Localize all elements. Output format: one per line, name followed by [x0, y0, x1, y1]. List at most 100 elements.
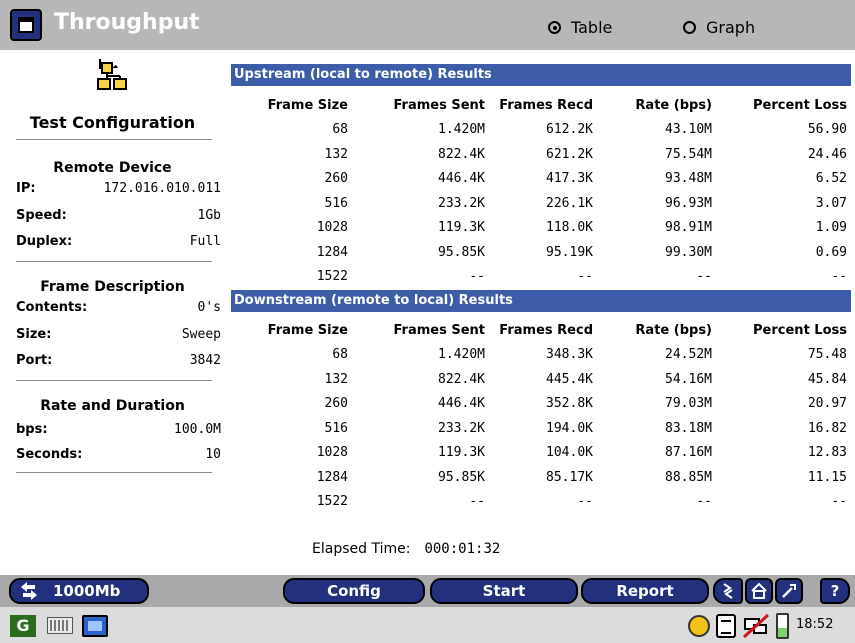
table-row: 516 233.2K 226.1K 96.93M 3.07: [231, 192, 851, 217]
divider: [16, 472, 212, 473]
table-row: 1284 95.85K 85.17K 88.85M 11.15: [231, 466, 851, 491]
table-cell: 1522: [316, 269, 348, 284]
table-cell: 93.48M: [665, 171, 712, 186]
table-cell: 194.0K: [546, 420, 593, 436]
table-cell: 1522: [316, 494, 348, 509]
table-cell: 233.2K: [438, 420, 485, 436]
table-cell: 1284: [316, 469, 348, 485]
table-cell: 446.4K: [438, 171, 485, 186]
table-cell: 118.0K: [546, 220, 593, 235]
view-graph-label: Graph: [706, 18, 756, 37]
column-header: Percent Loss: [753, 98, 847, 113]
table-row: 1522 -- -- -- --: [231, 265, 851, 290]
table-cell: 612.2K: [546, 122, 593, 137]
table-cell: 95.19K: [546, 244, 593, 260]
table-cell: 417.3K: [546, 171, 593, 186]
contents-value: 0's: [197, 300, 221, 315]
table-row: 1522 -- -- -- --: [231, 490, 851, 515]
table-cell: 352.8K: [546, 396, 593, 411]
seconds-label: Seconds:: [16, 447, 83, 462]
network-disconnected-icon[interactable]: [742, 613, 770, 639]
ip-label: IP:: [16, 181, 36, 196]
divider: [16, 380, 212, 381]
table-cell: 233.2K: [438, 195, 485, 211]
column-header: Frames Sent: [393, 323, 485, 338]
table-header-row: Frame Size Frames Sent Frames Recd Rate …: [231, 94, 851, 118]
speed-value: 1Gb: [197, 208, 221, 223]
window-switcher-icon[interactable]: [82, 615, 108, 637]
table-cell: 98.91M: [665, 220, 712, 235]
link-speed-label: 1000Mb: [53, 582, 121, 600]
title-bar: Throughput Table Graph: [0, 0, 855, 50]
table-cell: 119.3K: [438, 220, 485, 235]
ip-row: IP: 172.016.010.011: [16, 181, 221, 201]
app-window-icon[interactable]: [10, 9, 42, 41]
table-row: 68 1.420M 612.2K 43.10M 56.90: [231, 118, 851, 143]
table-cell: 1.420M: [438, 347, 485, 362]
table-cell: 822.4K: [438, 371, 485, 387]
size-value: Sweep: [181, 327, 221, 342]
upstream-results-table: Frame Size Frames Sent Frames Recd Rate …: [231, 94, 851, 290]
keyboard-icon[interactable]: [47, 617, 73, 634]
command-bar: 1000Mb Config Start Report ?: [0, 575, 855, 607]
table-cell: --: [577, 269, 593, 284]
table-row: 260 446.4K 417.3K 93.48M 6.52: [231, 167, 851, 192]
column-header: Frames Recd: [499, 323, 593, 338]
tools-button[interactable]: [775, 578, 803, 604]
downstream-results-header: Downstream (remote to local) Results: [231, 290, 851, 312]
radio-selected-icon: [548, 21, 561, 34]
ip-value: 172.016.010.011: [103, 181, 221, 196]
table-row: 68 1.420M 348.3K 24.52M 75.48: [231, 343, 851, 368]
back-forward-button[interactable]: [713, 578, 743, 604]
radio-unselected-icon: [683, 21, 696, 34]
column-header: Frames Recd: [499, 98, 593, 113]
status-light-icon[interactable]: [688, 615, 710, 637]
link-speed-button[interactable]: 1000Mb: [9, 578, 149, 604]
table-cell: 24.52M: [665, 347, 712, 362]
view-graph-radio[interactable]: Graph: [683, 18, 755, 37]
table-cell: 1.420M: [438, 122, 485, 137]
help-button[interactable]: ?: [820, 578, 850, 604]
table-cell: 226.1K: [546, 195, 593, 211]
rate-duration-heading: Rate and Duration: [40, 398, 185, 414]
speed-row: Speed: 1Gb: [16, 208, 221, 228]
size-row: Size: Sweep: [16, 327, 221, 347]
column-header: Rate (bps): [635, 98, 712, 113]
column-header: Frame Size: [267, 323, 348, 338]
table-cell: --: [577, 494, 593, 509]
system-tray: G 18:52: [0, 607, 855, 643]
config-button[interactable]: Config: [283, 578, 425, 604]
column-header: Percent Loss: [753, 323, 847, 338]
table-cell: 68: [332, 122, 348, 137]
table-cell: 1028: [316, 445, 348, 460]
table-row: 260 446.4K 352.8K 79.03M 20.97: [231, 392, 851, 417]
contents-row: Contents: 0's: [16, 300, 221, 320]
elapsed-time: Elapsed Time: 000:01:32: [312, 541, 500, 557]
back-forward-icon: [723, 583, 733, 599]
duplex-value: Full: [189, 234, 221, 249]
table-cell: 79.03M: [665, 396, 712, 411]
start-button[interactable]: Start: [430, 578, 578, 604]
seconds-row: Seconds: 10: [16, 447, 221, 467]
downstream-results-table: Frame Size Frames Sent Frames Recd Rate …: [231, 319, 851, 515]
table-cell: 83.18M: [665, 420, 712, 436]
table-cell: 16.82: [807, 420, 847, 436]
table-cell: 87.16M: [665, 445, 712, 460]
battery-icon[interactable]: [776, 613, 789, 639]
column-header: Rate (bps): [635, 323, 712, 338]
report-button[interactable]: Report: [581, 578, 709, 604]
table-cell: 0.69: [815, 244, 847, 260]
table-cell: 75.54M: [665, 146, 712, 162]
clipboard-icon[interactable]: [716, 614, 736, 638]
table-cell: --: [831, 494, 847, 509]
launcher-icon[interactable]: G: [10, 615, 36, 637]
table-row: 516 233.2K 194.0K 83.18M 16.82: [231, 417, 851, 442]
home-icon: [751, 582, 767, 599]
table-cell: 621.2K: [546, 146, 593, 162]
table-cell: 96.93M: [665, 195, 712, 211]
table-row: 132 822.4K 445.4K 54.16M 45.84: [231, 368, 851, 393]
view-table-radio[interactable]: Table: [548, 18, 612, 37]
table-cell: 119.3K: [438, 445, 485, 460]
home-button[interactable]: [745, 578, 773, 604]
table-cell: --: [469, 269, 485, 284]
